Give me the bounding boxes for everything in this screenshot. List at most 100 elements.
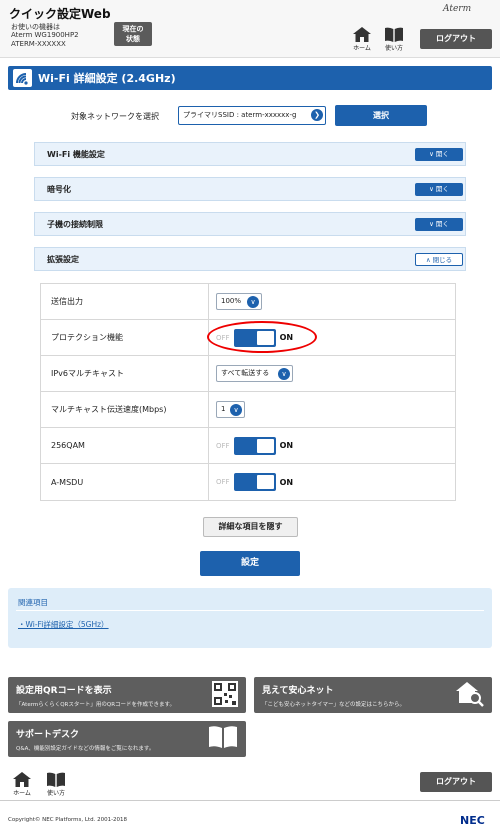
footer-logout-button[interactable]: ログアウト (420, 772, 492, 792)
related-items-panel: 関連項目 ・Wi-Fi詳細設定（5GHz） (8, 588, 492, 648)
table-row: A-MSDU OFF ON (40, 463, 456, 501)
app-title: クイック設定Web (9, 7, 111, 21)
tile-description: Q&A、機能別設定ガイドなどの情報をご覧になれます。 (16, 746, 155, 752)
tx-power-label: 送信出力 (40, 282, 209, 321)
tx-power-value: 100% (221, 297, 242, 306)
support-desk-tile[interactable]: サポートデスク Q&A、機能別設定ガイドなどの情報をご覧になれます。 (8, 721, 246, 757)
expand-button[interactable]: ∨ 開く (415, 183, 463, 196)
highlight-annotation (207, 321, 317, 353)
expand-button-label: 開く (435, 150, 449, 158)
book-icon (385, 27, 403, 42)
footer-divider (0, 800, 500, 801)
tile-title: 設定用QRコードを表示 (16, 686, 112, 696)
collapse-button-label: 閉じる (432, 256, 453, 264)
chevron-down-icon: ∨ (230, 404, 242, 417)
logout-button[interactable]: ログアウト (420, 29, 492, 49)
qr-code-tile[interactable]: 設定用QRコードを表示 「AtermらくらくQRスタート」用のQRコードを作成で… (8, 677, 246, 713)
home-icon (353, 27, 371, 42)
hide-details-button[interactable]: 詳細な項目を隠す (203, 517, 298, 537)
related-link-5ghz[interactable]: ・Wi-Fi詳細設定（5GHz） (18, 619, 109, 630)
help-label: 使い方 (384, 45, 403, 52)
expand-button-label: 開く (435, 185, 449, 193)
table-cell: 100% ∨ (208, 282, 456, 321)
table-cell: すべて転送する ∨ (208, 355, 456, 393)
submit-button[interactable]: 設定 (200, 551, 300, 576)
table-cell: 1 ∨ (208, 391, 456, 429)
toggle-off-label: OFF (216, 478, 230, 487)
network-select-value: プライマリSSID : aterm-xxxxxx-g (183, 111, 297, 119)
wifi-icon (13, 69, 32, 87)
chevron-up-icon: ∧ (425, 256, 433, 264)
toggle-on-label: ON (279, 477, 294, 487)
current-status-button[interactable]: 現在の 状態 (114, 22, 152, 46)
chevron-down-icon: ∨ (278, 368, 290, 381)
collapse-button[interactable]: ∧ 閉じる (415, 253, 463, 266)
section-extended: 拡張設定 ∧ 閉じる (34, 247, 466, 271)
home-label: ホーム (353, 45, 371, 52)
tx-power-select[interactable]: 100% ∨ (216, 293, 262, 311)
home-icon (13, 772, 31, 787)
tile-title: サポートデスク (16, 730, 80, 740)
table-row: 送信出力 100% ∨ (40, 282, 456, 321)
toggle-off-label: OFF (216, 441, 230, 450)
related-items-title: 関連項目 (18, 598, 48, 607)
header: クイック設定Web お使いの機器は Aterm WG1900HP2 ATERM-… (0, 0, 500, 58)
book-icon (47, 772, 65, 787)
help-button[interactable]: 使い方 (380, 27, 408, 52)
section-wifi-function: Wi-Fi 機能設定 ∨ 開く (34, 142, 466, 166)
chevron-down-icon: ∨ (429, 150, 436, 158)
copyright: Copyright© NEC Platforms, Ltd. 2001-2018 (8, 817, 128, 823)
section-connection-limit: 子機の接続制限 ∨ 開く (34, 212, 466, 236)
table-cell: OFF ON (208, 463, 456, 501)
footer-home-button[interactable]: ホーム (8, 772, 36, 797)
table-row: 256QAM OFF ON (40, 427, 456, 465)
toggle-on-label: ON (279, 441, 294, 451)
expand-button-label: 開く (435, 220, 449, 228)
tile-title: 見えて安心ネット (262, 686, 334, 696)
ipv6-multicast-select[interactable]: すべて転送する ∨ (216, 365, 293, 383)
toggle-track (233, 473, 276, 492)
expand-button[interactable]: ∨ 開く (415, 148, 463, 161)
toggle-knob (256, 438, 274, 453)
home-label: ホーム (13, 790, 31, 797)
section-label: 暗号化 (47, 185, 71, 194)
chevron-down-icon: ∨ (429, 185, 436, 193)
status-button-line1: 現在の (122, 25, 144, 33)
network-select-label: 対象ネットワークを選択 (71, 112, 159, 121)
qam256-label: 256QAM (40, 427, 209, 465)
help-label: 使い方 (46, 790, 65, 797)
multicast-rate-select[interactable]: 1 ∨ (216, 401, 245, 419)
ipv6-multicast-label: IPv6マルチキャスト (40, 355, 209, 393)
safety-net-tile[interactable]: 見えて安心ネット 「こども安心ネットタイマー」などの設定はこちらから。 (254, 677, 492, 713)
amsdu-toggle[interactable]: OFF ON (216, 473, 294, 492)
home-search-icon (456, 682, 484, 707)
page-title-bar: Wi-Fi 詳細設定 (2.4GHz) (8, 66, 492, 90)
home-button[interactable]: ホーム (348, 27, 376, 52)
amsdu-label: A-MSDU (40, 463, 209, 501)
model-name: Aterm WG1900HP2 (11, 31, 79, 39)
model-serial: ATERM-XXXXXX (11, 40, 66, 48)
related-link-label: Wi-Fi詳細設定（5GHz） (25, 620, 109, 629)
qam256-toggle[interactable]: OFF ON (216, 436, 294, 455)
qr-code-icon (212, 681, 238, 707)
page-title: Wi-Fi 詳細設定 (2.4GHz) (38, 72, 176, 85)
table-row: IPv6マルチキャスト すべて転送する ∨ (40, 355, 456, 393)
footer-help-button[interactable]: 使い方 (42, 772, 70, 797)
divider (16, 610, 484, 611)
table-row: マルチキャスト伝送速度(Mbps) 1 ∨ (40, 391, 456, 429)
chevron-down-icon: ∨ (429, 220, 436, 228)
section-encryption: 暗号化 ∨ 開く (34, 177, 466, 201)
brand-logo: Aterm (443, 4, 472, 14)
protection-label: プロテクション機能 (40, 319, 209, 357)
status-button-line2: 状態 (126, 35, 140, 43)
multicast-rate-value: 1 (221, 405, 226, 414)
bullet-icon: ・ (18, 620, 26, 629)
chevron-down-icon: ∨ (247, 296, 259, 309)
multicast-rate-label: マルチキャスト伝送速度(Mbps) (40, 391, 209, 429)
expand-button[interactable]: ∨ 開く (415, 218, 463, 231)
network-select[interactable]: プライマリSSID : aterm-xxxxxx-g ❯ (178, 106, 326, 125)
ipv6-multicast-value: すべて転送する (221, 369, 270, 378)
network-select-button[interactable]: 選択 (335, 105, 427, 126)
section-label: Wi-Fi 機能設定 (47, 150, 105, 159)
section-label: 子機の接続制限 (47, 220, 103, 229)
